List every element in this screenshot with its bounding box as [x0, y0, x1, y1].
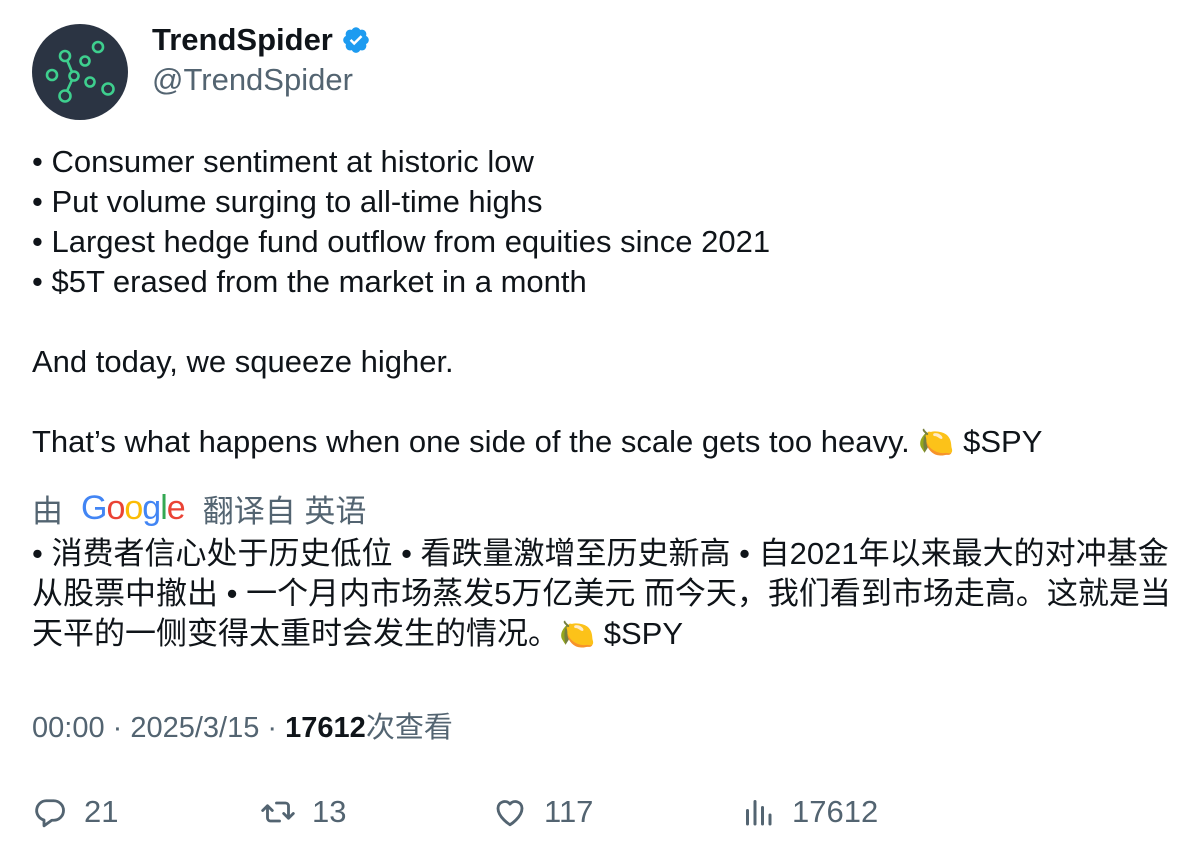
reply-button[interactable]: 21: [32, 790, 118, 834]
translated-text: • 消费者信心处于历史低位 • 看跌量激增至历史新高 • 自2021年以来最大的…: [32, 534, 1172, 654]
tweet-meta: 00:00 · 2025/3/15 · 17612次查看: [32, 704, 453, 746]
tweet-line: • Largest hedge fund outflow from equiti…: [32, 224, 771, 259]
action-bar: 21 13 117 17612: [32, 790, 1162, 834]
analytics-icon: [746, 800, 772, 826]
translated-by-label: 由: [32, 493, 63, 529]
tweet-line: • Put volume surging to all-time highs: [32, 184, 543, 219]
retweet-button[interactable]: 13: [260, 790, 346, 834]
tweet-date[interactable]: 2025/3/15: [130, 712, 259, 744]
heart-icon: [496, 800, 524, 827]
lemon-emoji-icon: 🍋: [559, 617, 596, 651]
retweet-count: 13: [312, 794, 347, 829]
trendspider-logo-icon: [45, 40, 115, 103]
meta-separator: ·: [259, 712, 286, 744]
views-action-count: 17612: [792, 794, 879, 829]
cashtag-link[interactable]: $SPY: [963, 424, 1042, 459]
cashtag-link[interactable]: $SPY: [604, 616, 683, 651]
views-count: 17612: [285, 712, 366, 744]
tweet-paragraph-text: That’s what happens when one side of the…: [32, 424, 919, 459]
views-label: 次查看: [365, 712, 453, 744]
translated-from-link[interactable]: 翻译自 英语: [203, 486, 367, 531]
translated-text-body: • 消费者信心处于历史低位 • 看跌量激增至历史新高 • 自2021年以来最大的…: [32, 536, 1171, 651]
reply-count: 21: [84, 794, 119, 829]
retweet-icon: [261, 801, 295, 823]
avatar[interactable]: [32, 24, 128, 120]
lemon-emoji-icon: 🍋: [918, 425, 955, 459]
tweet-line: • $5T erased from the market in a month: [32, 264, 587, 299]
tweet-text: • Consumer sentiment at historic low • P…: [32, 142, 1162, 462]
google-logo: Google: [81, 488, 186, 527]
author-name-text: TrendSpider: [152, 22, 333, 57]
tweet-line: • Consumer sentiment at historic low: [32, 144, 534, 179]
meta-separator: ·: [104, 712, 131, 744]
views-button[interactable]: 17612: [740, 790, 878, 834]
translation-attribution: 由 Google 翻译自 英语: [32, 486, 366, 530]
author-handle[interactable]: @TrendSpider: [152, 62, 353, 98]
like-count: 117: [544, 794, 594, 829]
tweet-paragraph: And today, we squeeze higher.: [32, 344, 454, 379]
like-button[interactable]: 117: [492, 790, 593, 834]
tweet-paragraph: That’s what happens when one side of the…: [32, 422, 1162, 462]
verified-badge-icon: [343, 27, 369, 53]
reply-icon: [35, 799, 65, 828]
tweet-time[interactable]: 00:00: [32, 712, 105, 744]
author-name[interactable]: TrendSpider: [152, 22, 371, 58]
